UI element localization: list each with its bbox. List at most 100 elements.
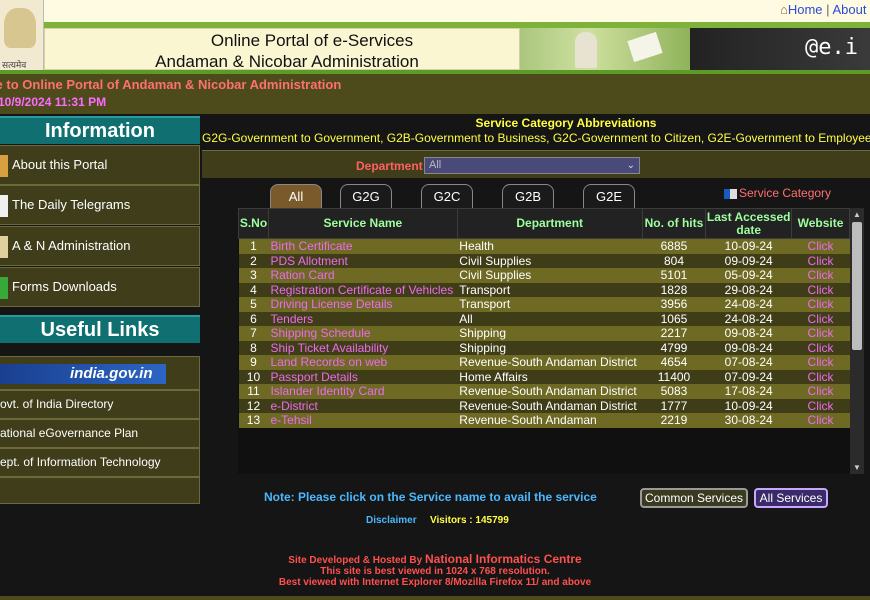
col-website: Website: [791, 208, 850, 239]
table-row: 11 Islander Identity Card Revenue-South An…: [238, 384, 850, 399]
disclaimer-link[interactable]: Disclaimer: [366, 515, 417, 526]
row-last-accessed: 24-08-24: [705, 297, 792, 312]
row-service-name-link[interactable]: e-District: [268, 398, 458, 413]
sidebar-item-label: A & N Administration: [12, 238, 131, 253]
row-service-name-link[interactable]: Driving License Details: [268, 297, 458, 312]
sidebar-item-forms-downloads[interactable]: Forms Downloads: [0, 267, 200, 307]
link-india-directory[interactable]: ovt. of India Directory: [0, 390, 200, 419]
tab-g2e[interactable]: G2E: [583, 184, 635, 208]
table-row: 3 Ration Card Civil Supplies 5101 05-09-24 Cl…: [238, 268, 850, 283]
india-gov-link[interactable]: india.gov.in: [0, 356, 200, 390]
link-empty: [0, 477, 200, 504]
home-icon: ⌂: [780, 2, 788, 17]
row-sno: 10: [238, 369, 269, 384]
row-website-link[interactable]: Click: [791, 311, 850, 326]
row-sno: 6: [238, 311, 269, 326]
row-last-accessed: 07-09-24: [705, 369, 792, 384]
chevron-down-icon: ⌄: [626, 160, 635, 171]
col-service-name: Service Name: [267, 208, 458, 239]
row-service-name-link[interactable]: Ration Card: [268, 268, 458, 283]
row-website-link[interactable]: Click: [791, 398, 850, 413]
row-service-name-link[interactable]: Birth Certificate: [268, 238, 458, 254]
row-website-link[interactable]: Click: [791, 384, 850, 399]
about-link[interactable]: About: [832, 2, 866, 17]
scroll-down-icon[interactable]: ▼: [853, 463, 861, 472]
row-website-link[interactable]: Click: [791, 369, 850, 384]
row-website-link[interactable]: Click: [791, 282, 850, 297]
col-department: Department: [456, 208, 643, 239]
information-heading: Information: [0, 116, 200, 144]
link-dept-it[interactable]: ept. of Information Technology: [0, 448, 200, 477]
row-website-link[interactable]: Click: [791, 340, 850, 355]
row-sno: 7: [238, 326, 269, 341]
row-service-name-link[interactable]: Tenders: [268, 311, 458, 326]
row-last-accessed: 10-09-24: [705, 238, 792, 254]
footer-dev-prefix: Site Developed & Hosted By: [288, 555, 423, 566]
row-website-link[interactable]: Click: [791, 268, 850, 283]
datetime-text: :10/9/2024 11:31 PM: [0, 95, 107, 109]
row-department: Revenue-South Andaman District: [457, 355, 643, 370]
sidebar-item-daily-telegrams[interactable]: The Daily Telegrams: [0, 185, 200, 225]
service-category-link[interactable]: Service Category: [724, 186, 831, 200]
row-sno: 9: [238, 355, 269, 370]
row-hits: 804: [642, 253, 706, 268]
nic-link[interactable]: National Informatics Centre: [425, 552, 582, 566]
row-service-name-link[interactable]: Islander Identity Card: [268, 384, 458, 399]
home-link[interactable]: Home: [788, 2, 823, 17]
portal-title-box: Online Portal of e-Services Andaman & Ni…: [44, 28, 520, 71]
about-icon: [0, 154, 8, 177]
row-last-accessed: 09-09-24: [705, 253, 792, 268]
row-hits: 11400: [642, 369, 706, 384]
category-icon: [724, 188, 737, 199]
row-last-accessed: 09-08-24: [705, 326, 792, 341]
department-select[interactable]: All ⌄: [424, 157, 640, 174]
footer-browser: Best viewed with Internet Explorer 8/Moz…: [278, 577, 592, 588]
row-website-link[interactable]: Click: [791, 326, 850, 341]
row-service-name-link[interactable]: Ship Ticket Availability: [268, 340, 458, 355]
row-department: Revenue-South Andaman District: [457, 384, 643, 399]
link-egovernance-plan[interactable]: ational eGovernance Plan: [0, 419, 200, 448]
row-service-name-link[interactable]: Shipping Schedule: [268, 326, 458, 341]
table-row: 13 e-Tehsil Revenue-South Andaman 2219 30-08…: [238, 413, 850, 428]
scroll-up-icon[interactable]: ▲: [853, 210, 861, 219]
row-sno: 2: [238, 253, 269, 268]
row-service-name-link[interactable]: Passport Details: [268, 369, 458, 384]
row-website-link[interactable]: Click: [791, 297, 850, 312]
common-services-button[interactable]: Common Services: [640, 488, 748, 508]
row-service-name-link[interactable]: Registration Certificate of Vehicles: [268, 282, 458, 297]
row-last-accessed: 30-08-24: [705, 413, 792, 428]
tab-g2g[interactable]: G2G: [340, 184, 392, 208]
tab-g2c[interactable]: G2C: [421, 184, 473, 208]
sidebar-item-an-administration[interactable]: A & N Administration: [0, 226, 200, 266]
scroll-thumb[interactable]: [852, 222, 862, 350]
tab-g2b[interactable]: G2B: [502, 184, 554, 208]
row-service-name-link[interactable]: PDS Allotment: [268, 253, 458, 268]
row-website-link[interactable]: Click: [791, 253, 850, 268]
table-row: 12 e-District Revenue-South Andaman Distri…: [238, 398, 850, 413]
main-content: Service Category Abbreviations G2G-Gover…: [202, 114, 870, 600]
row-department: Transport: [457, 297, 643, 312]
sidebar-item-label: The Daily Telegrams: [12, 197, 131, 212]
brand-text: @e.i: [805, 35, 858, 60]
row-service-name-link[interactable]: e-Tehsil: [268, 413, 458, 428]
row-department: Shipping: [457, 340, 643, 355]
department-label: Department: [356, 159, 423, 173]
brand-banner: @e.i: [690, 28, 870, 70]
row-website-link[interactable]: Click: [791, 238, 850, 254]
row-service-name-link[interactable]: Land Records on web: [268, 355, 458, 370]
all-services-button[interactable]: All Services: [754, 488, 828, 508]
sidebar-item-label: About this Portal: [12, 157, 108, 172]
top-bar: ⌂Home | About: [0, 0, 870, 22]
portal-title: Online Portal of e-Services: [210, 31, 414, 50]
table-scrollbar[interactable]: ▲ ▼: [850, 208, 864, 474]
service-note: Note: Please click on the Service name t…: [264, 490, 597, 504]
emblem-icon: [4, 8, 36, 48]
row-last-accessed: 05-09-24: [705, 268, 792, 283]
sidebar-item-about-portal[interactable]: About this Portal: [0, 145, 200, 185]
row-department: Civil Supplies: [457, 253, 643, 268]
abbreviations-text: G2G-Government to Government, G2B-Govern…: [202, 131, 870, 145]
row-website-link[interactable]: Click: [791, 355, 850, 370]
tab-all[interactable]: All: [270, 184, 322, 208]
row-website-link[interactable]: Click: [791, 413, 850, 428]
row-department: Home Affairs: [457, 369, 643, 384]
